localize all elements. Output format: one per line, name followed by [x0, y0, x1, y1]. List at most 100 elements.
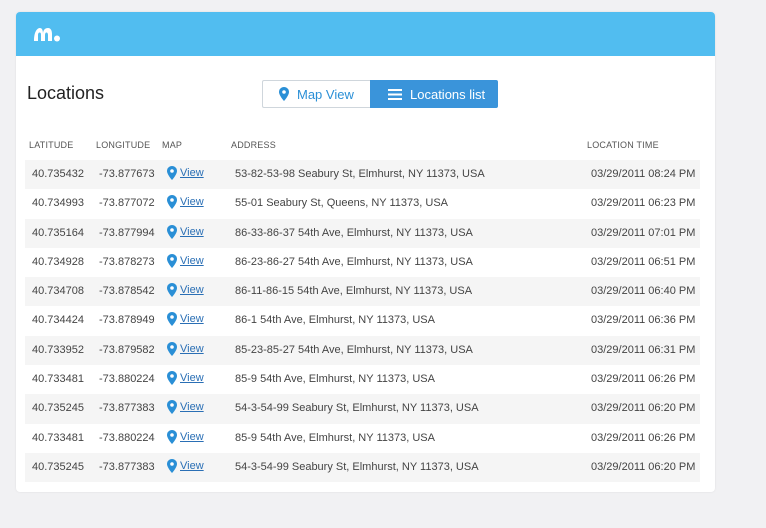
view-map-link[interactable]: View [180, 372, 204, 384]
table-row: 40.735245 -73.877383 View 54-3-54-99 Seabur… [25, 394, 700, 424]
top-bar [16, 12, 715, 56]
location-time-cell: 03/29/2011 06:36 PM [591, 314, 696, 327]
address-cell: 86-1 54th Ave, Elmhurst, NY 11373, USA [235, 314, 435, 327]
address-cell: 53-82-53-98 Seabury St, Elmhurst, NY 113… [235, 168, 485, 180]
header-address: ADDRESS [231, 140, 276, 150]
latitude-cell: 40.735245 [32, 402, 84, 415]
location-time-cell: 03/29/2011 06:23 PM [591, 197, 696, 210]
latitude-cell: 40.734993 [32, 197, 84, 210]
map-pin-icon [167, 429, 177, 444]
locations-table: 40.735432 -73.877673 View 53-82-53-98 Seabu… [25, 160, 700, 483]
map-cell: View [167, 312, 204, 327]
view-map-link[interactable]: View [180, 226, 204, 238]
page-title: Locations [27, 83, 105, 103]
map-pin-icon [167, 253, 177, 268]
locations-list-label: Locations list [410, 86, 486, 102]
view-map-link[interactable]: View [180, 431, 204, 443]
latitude-cell: 40.733952 [32, 343, 84, 356]
view-map-link[interactable]: View [180, 284, 204, 296]
longitude-cell: -73.877673 [99, 168, 155, 180]
table-row: 40.733481 -73.880224 View 85-9 54th Ave, El… [25, 365, 700, 394]
address-cell: 86-33-86-37 54th Ave, Elmhurst, NY 11373… [235, 226, 473, 239]
location-time-cell: 03/29/2011 06:40 PM [591, 285, 696, 298]
table-header: LATITUDE LONGITUDE MAP ADDRESS LOCATION … [16, 140, 715, 154]
location-time-cell: 03/29/2011 06:26 PM [591, 431, 696, 444]
header-longitude: LONGITUDE [96, 140, 151, 150]
longitude-cell: -73.878542 [99, 285, 155, 298]
longitude-cell: -73.878949 [99, 314, 155, 327]
latitude-cell: 40.734424 [32, 314, 84, 327]
table-row: 40.735164 -73.877994 View 86-33-86-37 54th … [25, 218, 700, 248]
longitude-cell: -73.877072 [99, 197, 155, 210]
view-map-link[interactable]: View [180, 196, 204, 208]
map-cell: View [167, 166, 204, 180]
map-cell: View [167, 429, 204, 444]
view-map-link[interactable]: View [180, 313, 204, 325]
map-view-button[interactable]: Map View [262, 80, 370, 108]
map-cell: View [167, 224, 204, 239]
view-map-link[interactable]: View [180, 167, 204, 179]
locations-list-button[interactable]: Locations list [370, 80, 498, 108]
latitude-cell: 40.733481 [32, 373, 84, 386]
address-cell: 85-23-85-27 54th Ave, Elmhurst, NY 11373… [235, 343, 473, 356]
table-row: 40.735245 -73.877383 View 54-3-54-99 Seabur… [25, 452, 700, 483]
address-cell: 55-01 Seabury St, Queens, NY 11373, USA [235, 197, 449, 210]
header-map: MAP [162, 140, 183, 150]
longitude-cell: -73.877383 [99, 402, 155, 415]
header-latitude: LATITUDE [29, 140, 74, 150]
address-cell: 86-11-86-15 54th Ave, Elmhurst, NY 11373… [235, 285, 473, 298]
longitude-cell: -73.879582 [99, 343, 155, 356]
view-map-link[interactable]: View [180, 460, 204, 472]
latitude-cell: 40.735245 [32, 460, 84, 473]
latitude-cell: 40.733481 [32, 431, 84, 444]
map-cell: View [167, 458, 204, 473]
longitude-cell: -73.880224 [99, 373, 155, 386]
map-cell: View [167, 371, 204, 386]
map-pin-icon [167, 166, 177, 180]
location-time-cell: 03/29/2011 06:26 PM [591, 373, 696, 386]
latitude-cell: 40.735164 [32, 226, 84, 239]
view-map-link[interactable]: View [180, 343, 204, 355]
location-time-cell: 03/29/2011 06:51 PM [591, 255, 696, 268]
view-map-link[interactable]: View [180, 255, 204, 267]
map-pin-icon [167, 195, 177, 210]
latitude-cell: 40.735432 [32, 168, 84, 180]
location-time-cell: 03/29/2011 07:01 PM [591, 226, 696, 239]
location-time-cell: 03/29/2011 08:24 PM [591, 168, 696, 180]
map-pin-icon [167, 458, 177, 473]
map-pin-icon [167, 283, 177, 298]
map-cell: View [167, 195, 204, 210]
table-row: 40.734928 -73.878273 View 86-23-86-27 54th … [25, 248, 700, 277]
map-pin-icon [167, 371, 177, 386]
map-cell: View [167, 283, 204, 298]
map-pin-icon [167, 224, 177, 239]
map-cell: View [167, 400, 204, 415]
header-location-time: LOCATION TIME [587, 140, 659, 150]
address-cell: 54-3-54-99 Seabury St, Elmhurst, NY 1137… [235, 460, 479, 473]
map-cell: View [167, 341, 204, 356]
map-pin-icon [167, 312, 177, 327]
table-row: 40.733481 -73.880224 View 85-9 54th Ave, El… [25, 424, 700, 453]
longitude-cell: -73.878273 [99, 255, 155, 268]
map-view-label: Map View [297, 86, 354, 102]
list-icon [388, 88, 402, 100]
location-time-cell: 03/29/2011 06:20 PM [591, 460, 696, 473]
address-cell: 86-23-86-27 54th Ave, Elmhurst, NY 11373… [235, 255, 473, 268]
map-pin-icon [167, 400, 177, 415]
view-toggle: Map View Locations list [262, 80, 498, 108]
address-cell: 54-3-54-99 Seabury St, Elmhurst, NY 1137… [235, 402, 479, 415]
location-time-cell: 03/29/2011 06:20 PM [591, 402, 696, 415]
longitude-cell: -73.877383 [99, 460, 155, 473]
address-cell: 85-9 54th Ave, Elmhurst, NY 11373, USA [235, 431, 435, 444]
locations-card: Locations Map View Locations list LATITU… [16, 12, 715, 492]
table-row: 40.733952 -73.879582 View 85-23-85-27 54th … [25, 335, 700, 366]
longitude-cell: -73.877994 [99, 226, 155, 239]
mspy-logo-icon[interactable] [32, 24, 62, 44]
table-row: 40.734993 -73.877072 View 55-01 Seabury St,… [25, 189, 700, 218]
map-pin-icon [279, 87, 289, 101]
address-cell: 85-9 54th Ave, Elmhurst, NY 11373, USA [235, 373, 435, 386]
latitude-cell: 40.734708 [32, 285, 84, 298]
table-row: 40.734708 -73.878542 View 86-11-86-15 54th … [25, 277, 700, 307]
location-time-cell: 03/29/2011 06:31 PM [591, 343, 696, 356]
view-map-link[interactable]: View [180, 401, 204, 413]
